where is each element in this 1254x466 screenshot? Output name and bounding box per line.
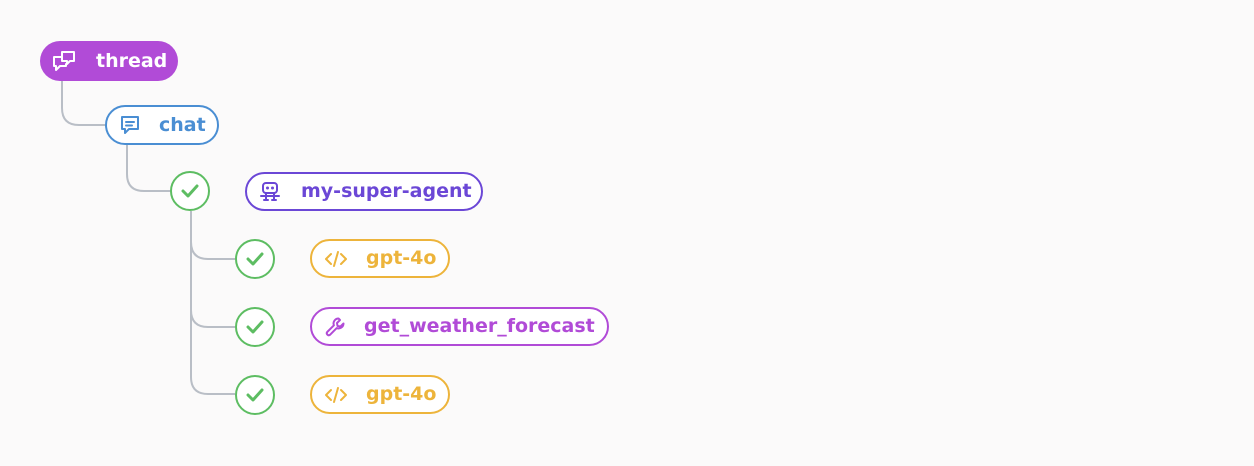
check-icon [246,320,264,334]
robot-icon [260,181,280,201]
connector-agent-tool [190,309,235,328]
code-icon [325,250,347,267]
agent-status-check [170,171,210,211]
code-icon [325,386,347,403]
check-icon [246,388,264,402]
message-icon [121,116,139,134]
chat-node[interactable]: chat [105,105,219,145]
tool-call-label: get_weather_forecast [364,315,595,337]
tool-call-status-check [235,307,275,347]
connector-agent-llm1 [190,241,235,260]
tree-connectors [61,81,235,395]
thread-label: thread [96,49,168,72]
chat-label: chat [159,113,206,136]
connector-agent-trunk [190,211,235,395]
llm-call-1-node[interactable]: gpt-4o [310,239,450,278]
agent-node[interactable]: my-super-agent [245,172,483,211]
wrench-icon [325,317,345,336]
check-icon [181,184,199,198]
llm-call-2-label: gpt-4o [366,383,437,405]
thread-node[interactable]: thread [40,41,178,81]
llm-call-1-label: gpt-4o [366,247,437,269]
check-icon [246,252,264,266]
agent-label: my-super-agent [301,180,472,202]
llm-call-1-status-check [235,239,275,279]
connector-chat-agent [126,145,170,192]
llm-call-2-status-check [235,375,275,415]
llm-call-2-node[interactable]: gpt-4o [310,375,450,414]
tool-call-node[interactable]: get_weather_forecast [310,307,609,346]
chat-bubbles-icon [53,51,75,71]
connector-thread-chat [61,81,105,126]
